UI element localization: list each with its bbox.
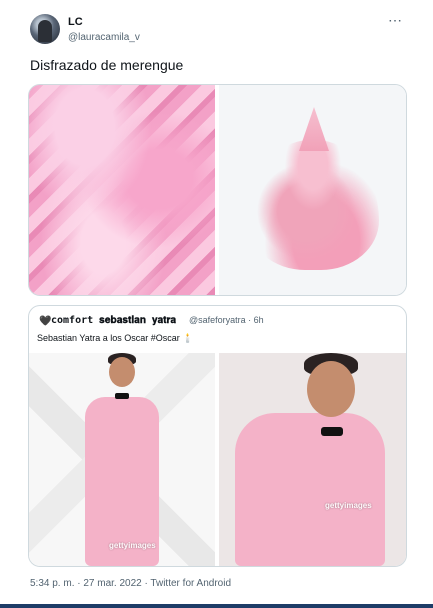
quoted-author-name: comfort 𝐬𝐞𝐛𝐚𝐬𝐭𝐢𝐚𝐧 𝐲𝐚𝐭𝐫𝐚 <box>51 315 177 326</box>
author-handle[interactable]: @lauracamila_v <box>68 32 140 43</box>
meringue-shape <box>247 140 379 270</box>
person-pink-suit <box>235 413 385 566</box>
bow-tie <box>321 427 343 436</box>
quoted-tweet-text: Sebastian Yatra a los Oscar #Oscar 🕯️ <box>37 333 194 343</box>
bow-tie <box>115 393 129 399</box>
tweet: LC @lauracamila_v ⋯ Disfrazado de mereng… <box>0 0 433 608</box>
getty-watermark: gettyimages <box>325 501 372 510</box>
tweet-timestamp[interactable]: 5:34 p. m. · 27 mar. 2022 · Twitter for … <box>30 578 231 589</box>
bottom-bar <box>0 604 433 608</box>
avatar-figure <box>38 20 52 42</box>
head <box>109 357 135 387</box>
getty-watermark: gettyimages <box>109 541 156 550</box>
author-name[interactable]: LC <box>68 16 83 28</box>
avatar[interactable] <box>30 14 60 44</box>
meringue-tip <box>299 107 329 151</box>
black-heart-icon: 🖤 <box>39 316 52 327</box>
meringue-closeup-image[interactable] <box>29 85 215 295</box>
quoted-author-handle-time: @safeforyatra · 6h <box>189 315 264 325</box>
tweet-media[interactable] <box>28 84 407 296</box>
meringue-swirl-image[interactable] <box>219 85 406 295</box>
head <box>307 361 355 417</box>
oscar-photo-closeup[interactable]: gettyimages <box>219 353 406 566</box>
tweet-text: Disfrazado de merengue <box>30 57 184 73</box>
more-options-icon[interactable]: ⋯ <box>388 12 403 29</box>
oscar-photo-full[interactable]: gettyimages <box>29 353 215 566</box>
quoted-tweet[interactable]: 🖤 comfort 𝐬𝐞𝐛𝐚𝐬𝐭𝐢𝐚𝐧 𝐲𝐚𝐭𝐫𝐚 @safeforyatra … <box>28 305 407 567</box>
quoted-media: gettyimages gettyimages <box>29 353 406 566</box>
